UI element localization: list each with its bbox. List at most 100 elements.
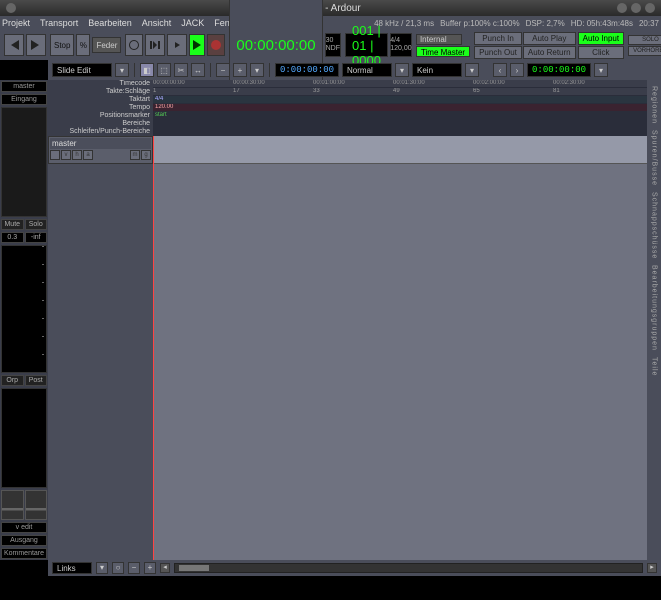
tab-editgroups[interactable]: Bearbeitungsgruppen — [651, 263, 658, 353]
horizontal-scrollbar[interactable] — [174, 563, 643, 573]
auto-return-toggle[interactable]: Auto Return — [523, 46, 576, 59]
stop-button[interactable]: Stop — [50, 34, 74, 56]
edit-mode-chevron-icon[interactable]: ▾ — [115, 63, 129, 77]
ruler-label-meter[interactable]: Taktart — [48, 96, 153, 104]
punch-out-toggle[interactable]: Punch Out — [474, 46, 522, 59]
panner-l[interactable] — [1, 490, 24, 520]
audition-indicator[interactable]: VORHÖREN — [628, 46, 661, 56]
solo-button[interactable]: Solo — [25, 219, 48, 230]
gain-display[interactable]: 0.3 — [1, 232, 24, 243]
ruler-loop[interactable] — [153, 128, 647, 136]
ruler-meter[interactable]: 4/4 — [153, 96, 647, 104]
goto-end-button[interactable] — [26, 34, 46, 56]
tool-cut[interactable]: ✂ — [174, 63, 188, 77]
post-button[interactable]: Post — [25, 375, 48, 386]
shuttle-pct[interactable]: % — [76, 34, 90, 56]
mixer-input[interactable]: Eingang — [1, 94, 47, 105]
mute-button[interactable]: Mute — [1, 219, 24, 230]
punch-in-toggle[interactable]: Punch In — [474, 32, 522, 45]
ruler-bars[interactable]: 1 17 33 49 65 81 — [153, 88, 647, 96]
tool-stretch[interactable]: ↔ — [191, 63, 205, 77]
mixer-output[interactable]: Ausgang — [1, 535, 47, 546]
ruler-label-ranges[interactable]: Bereiche — [48, 120, 153, 128]
minimize-icon[interactable] — [617, 3, 627, 13]
panner-r[interactable] — [25, 490, 48, 520]
tab-snapshots[interactable]: Schnappschüsse — [651, 190, 658, 261]
snap-to-chevron-icon[interactable]: ▾ — [465, 63, 479, 77]
zoom-fit-button[interactable]: ▾ — [250, 63, 264, 77]
ruler-ranges[interactable] — [153, 120, 647, 128]
peak-display[interactable]: -inf — [25, 232, 48, 243]
ruler-label-bars[interactable]: Takte:Schläge — [48, 88, 153, 96]
ruler-timecode[interactable]: 00:00:00:00 00:00:30:00 00:01:00:00 00:0… — [153, 80, 647, 88]
track-btn-h[interactable]: h — [72, 150, 82, 160]
mixer-comments[interactable]: Kommentare — [1, 548, 47, 559]
auto-input-toggle[interactable]: Auto Input — [578, 32, 624, 45]
zoom-focus-chevron-icon[interactable]: ▾ — [96, 562, 108, 574]
record-button[interactable] — [207, 34, 225, 56]
primary-clock-mode[interactable]: 30 NDF — [325, 33, 341, 57]
mixer-strip-name[interactable]: master — [1, 81, 47, 92]
click-toggle[interactable]: Click — [578, 46, 624, 59]
zoom-in-button[interactable]: + — [233, 63, 247, 77]
auto-play-toggle[interactable]: Auto Play — [523, 32, 576, 45]
ruler-tempo[interactable]: 120.00 — [153, 104, 647, 112]
menu-projekt[interactable]: Projekt — [2, 18, 30, 28]
goto-start-button[interactable] — [4, 34, 24, 56]
play-range-button[interactable] — [145, 34, 165, 56]
tab-chunks[interactable]: Teile — [651, 355, 658, 378]
menu-ansicht[interactable]: Ansicht — [142, 18, 172, 28]
menu-jack[interactable]: JACK — [181, 18, 204, 28]
vedit-label[interactable]: v edit — [1, 522, 47, 533]
mixer-fader[interactable] — [1, 245, 47, 373]
solo-indicator[interactable]: SOLO — [628, 35, 661, 45]
orp-button[interactable]: Orp — [1, 375, 24, 386]
playhead[interactable] — [153, 136, 154, 560]
secondary-clock-mode[interactable]: 4/4 120,00 — [390, 33, 412, 57]
tab-tracks[interactable]: Spuren/Busse — [651, 128, 658, 188]
ruler-marker[interactable]: start — [153, 112, 647, 120]
scroll-left-icon[interactable]: ◂ — [160, 563, 170, 573]
track-name[interactable]: master — [50, 138, 151, 149]
ruler-label-loop[interactable]: Schleifen/Punch-Bereiche — [48, 128, 153, 136]
track-header-master[interactable]: master v h a m g — [48, 136, 153, 164]
track-btn-m[interactable]: m — [130, 150, 140, 160]
snap-to-select[interactable]: Kein — [412, 63, 462, 77]
ruler-label-marker[interactable]: Positionsmarker — [48, 112, 153, 120]
track-btn-v[interactable]: v — [61, 150, 71, 160]
maximize-icon[interactable] — [631, 3, 641, 13]
zoom-out-button-2[interactable]: − — [128, 562, 140, 574]
nudge-clock[interactable]: 0:00:00:00 — [527, 63, 591, 77]
tab-regions[interactable]: Regionen — [651, 84, 658, 126]
shuttle-mode[interactable]: Feder — [92, 37, 121, 53]
tool-object[interactable]: ◧ — [140, 63, 154, 77]
play-selection-button[interactable] — [167, 34, 187, 56]
zoom-focus-select[interactable]: Links — [52, 562, 92, 574]
zoom-out-button[interactable]: − — [216, 63, 230, 77]
snap-mode-chevron-icon[interactable]: ▾ — [395, 63, 409, 77]
editor-canvas[interactable] — [153, 136, 647, 560]
secondary-clock[interactable]: 001 | 01 | 0000 — [345, 33, 388, 57]
time-master-toggle[interactable]: Time Master — [416, 46, 470, 57]
menu-bearbeiten[interactable]: Bearbeiten — [88, 18, 132, 28]
mixer-redirect-box-2[interactable] — [1, 388, 47, 488]
ruler-label-tempo[interactable]: Tempo — [48, 104, 153, 112]
track-lane-master[interactable] — [153, 136, 647, 164]
menu-transport[interactable]: Transport — [40, 18, 78, 28]
track-btn-a[interactable]: a — [83, 150, 93, 160]
mixer-redirect-box[interactable] — [1, 107, 47, 217]
nudge-back-button[interactable]: ‹ — [493, 63, 507, 77]
scroll-right-icon[interactable]: ▸ — [647, 563, 657, 573]
nudge-chevron-icon[interactable]: ▾ — [594, 63, 608, 77]
zoom-full-button[interactable]: ○ — [112, 562, 124, 574]
edit-point-clock[interactable]: 0:00:00:00 — [275, 63, 339, 77]
track-btn-rec[interactable] — [50, 150, 60, 160]
nudge-forward-button[interactable]: › — [510, 63, 524, 77]
edit-mode-select[interactable]: Slide Edit — [52, 63, 112, 77]
tool-range[interactable]: ⬚ — [157, 63, 171, 77]
zoom-in-button-2[interactable]: + — [144, 562, 156, 574]
window-menu-icon[interactable] — [6, 3, 16, 13]
loop-button[interactable] — [125, 34, 143, 56]
track-btn-g[interactable]: g — [141, 150, 151, 160]
close-icon[interactable] — [645, 3, 655, 13]
